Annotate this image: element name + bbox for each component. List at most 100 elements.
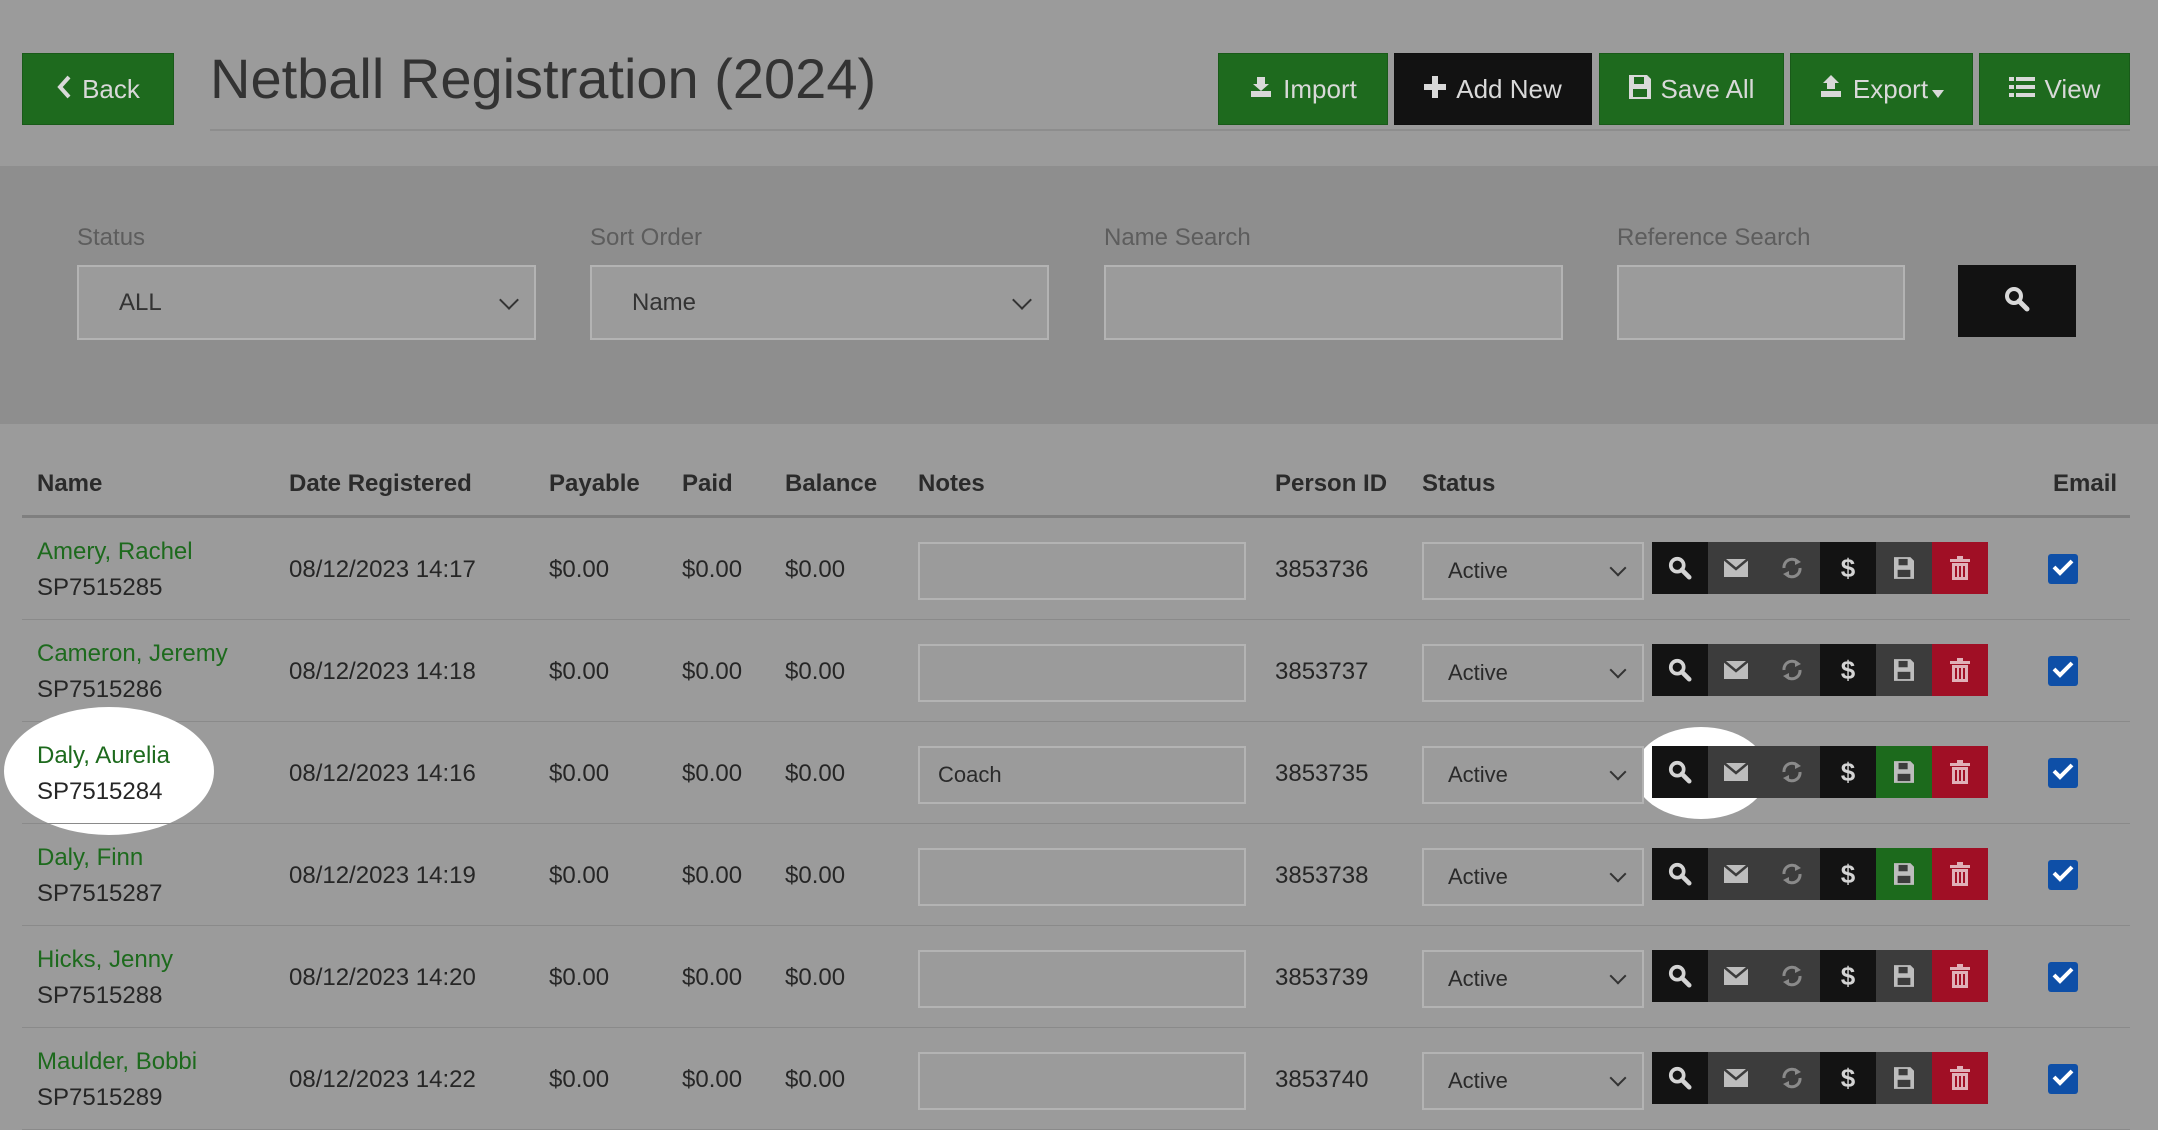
- dollar-icon: $: [1840, 654, 1856, 685]
- notes-input[interactable]: [918, 950, 1246, 1008]
- dollar-button[interactable]: $: [1820, 542, 1876, 594]
- search-button[interactable]: [1958, 265, 2076, 337]
- refresh-button[interactable]: [1764, 950, 1820, 1002]
- dollar-button[interactable]: $: [1820, 848, 1876, 900]
- email-checkbox[interactable]: [2048, 758, 2078, 788]
- envelope-button[interactable]: [1708, 542, 1764, 594]
- chevron-down-icon: [1609, 661, 1627, 679]
- status-filter-value: ALL: [119, 288, 162, 316]
- status-select[interactable]: Active: [1422, 848, 1644, 906]
- export-button[interactable]: Export: [1790, 53, 1973, 125]
- envelope-button[interactable]: [1708, 1052, 1764, 1104]
- table-row: Daly, Aurelia SP7515284 08/12/2023 14:16 $0…: [22, 722, 2130, 824]
- import-button[interactable]: Import: [1218, 53, 1388, 125]
- dollar-button[interactable]: $: [1820, 950, 1876, 1002]
- reference-search-input[interactable]: [1617, 265, 1905, 340]
- trash-icon: [1950, 658, 1970, 682]
- envelope-button[interactable]: [1708, 950, 1764, 1002]
- status-select[interactable]: Active: [1422, 746, 1644, 804]
- balance-amount: $0.00: [785, 862, 846, 889]
- email-checkbox[interactable]: [2048, 656, 2078, 686]
- chevron-down-icon: [1609, 559, 1627, 577]
- table-row: Daly, Finn SP7515287 08/12/2023 14:19 $0.00…: [22, 824, 2130, 926]
- refresh-button[interactable]: [1764, 848, 1820, 900]
- add-new-button[interactable]: Add New: [1394, 53, 1592, 125]
- status-select[interactable]: Active: [1422, 644, 1644, 702]
- search-button[interactable]: [1652, 950, 1708, 1002]
- dollar-button[interactable]: $: [1820, 746, 1876, 798]
- refresh-button[interactable]: [1764, 746, 1820, 798]
- refresh-button[interactable]: [1764, 644, 1820, 696]
- save-button[interactable]: [1876, 542, 1932, 594]
- person-name-link[interactable]: Daly, Aurelia: [37, 742, 170, 770]
- person-name-link[interactable]: Amery, Rachel: [37, 538, 193, 566]
- status-filter-select[interactable]: ALL: [77, 265, 536, 340]
- balance-amount: $0.00: [785, 760, 846, 787]
- trash-button[interactable]: [1932, 542, 1988, 594]
- search-button[interactable]: [1652, 542, 1708, 594]
- save-all-button[interactable]: Save All: [1599, 53, 1784, 125]
- notes-value: Coach: [938, 762, 1002, 787]
- registration-reference: SP7515286: [37, 676, 163, 703]
- trash-button[interactable]: [1932, 848, 1988, 900]
- column-header-payable: Payable: [549, 470, 640, 497]
- envelope-icon: [1723, 660, 1749, 680]
- save-button[interactable]: [1876, 1052, 1932, 1104]
- notes-input[interactable]: [918, 542, 1246, 600]
- view-button[interactable]: View: [1979, 53, 2130, 125]
- person-name-link[interactable]: Daly, Finn: [37, 844, 143, 872]
- status-value: Active: [1448, 966, 1508, 991]
- save-icon: [1894, 1067, 1914, 1089]
- dollar-button[interactable]: $: [1820, 644, 1876, 696]
- save-button[interactable]: [1876, 950, 1932, 1002]
- trash-button[interactable]: [1932, 644, 1988, 696]
- paid-amount: $0.00: [682, 964, 743, 991]
- trash-button[interactable]: [1932, 746, 1988, 798]
- notes-input[interactable]: [918, 644, 1246, 702]
- status-select[interactable]: Active: [1422, 950, 1644, 1008]
- person-name-link[interactable]: Maulder, Bobbi: [37, 1048, 197, 1076]
- plus-icon: [1424, 75, 1447, 103]
- refresh-button[interactable]: [1764, 542, 1820, 594]
- envelope-button[interactable]: [1708, 644, 1764, 696]
- notes-input[interactable]: [918, 1052, 1246, 1110]
- envelope-button[interactable]: [1708, 848, 1764, 900]
- notes-input[interactable]: Coach: [918, 746, 1246, 804]
- email-checkbox[interactable]: [2048, 860, 2078, 890]
- column-header-name: Name: [37, 470, 103, 497]
- save-button[interactable]: [1876, 848, 1932, 900]
- person-name-link[interactable]: Hicks, Jenny: [37, 946, 173, 974]
- refresh-button[interactable]: [1764, 1052, 1820, 1104]
- status-select[interactable]: Active: [1422, 542, 1644, 600]
- balance-amount: $0.00: [785, 658, 846, 685]
- balance-amount: $0.00: [785, 1066, 846, 1093]
- search-button[interactable]: [1652, 1052, 1708, 1104]
- paid-amount: $0.00: [682, 760, 743, 787]
- trash-button[interactable]: [1932, 950, 1988, 1002]
- envelope-button[interactable]: [1708, 746, 1764, 798]
- search-button[interactable]: [1652, 644, 1708, 696]
- name-search-input[interactable]: [1104, 265, 1563, 340]
- refresh-icon: [1780, 556, 1804, 580]
- search-button[interactable]: [1652, 848, 1708, 900]
- trash-icon: [1950, 1066, 1970, 1090]
- registration-reference: SP7515287: [37, 880, 163, 907]
- check-icon: [2052, 966, 2074, 989]
- trash-button[interactable]: [1932, 1052, 1988, 1104]
- notes-input[interactable]: [918, 848, 1246, 906]
- email-checkbox[interactable]: [2048, 962, 2078, 992]
- sort-order-select[interactable]: Name: [590, 265, 1049, 340]
- person-name-link[interactable]: Cameron, Jeremy: [37, 640, 228, 668]
- dollar-icon: $: [1840, 552, 1856, 583]
- save-button[interactable]: [1876, 746, 1932, 798]
- column-header-status: Status: [1422, 470, 1496, 497]
- email-checkbox[interactable]: [2048, 554, 2078, 584]
- save-button[interactable]: [1876, 644, 1932, 696]
- envelope-icon: [1723, 1068, 1749, 1088]
- dollar-button[interactable]: $: [1820, 1052, 1876, 1104]
- search-button[interactable]: [1652, 746, 1708, 798]
- email-checkbox[interactable]: [2048, 1064, 2078, 1094]
- status-select[interactable]: Active: [1422, 1052, 1644, 1110]
- balance-amount: $0.00: [785, 556, 846, 583]
- back-button[interactable]: Back: [22, 53, 174, 125]
